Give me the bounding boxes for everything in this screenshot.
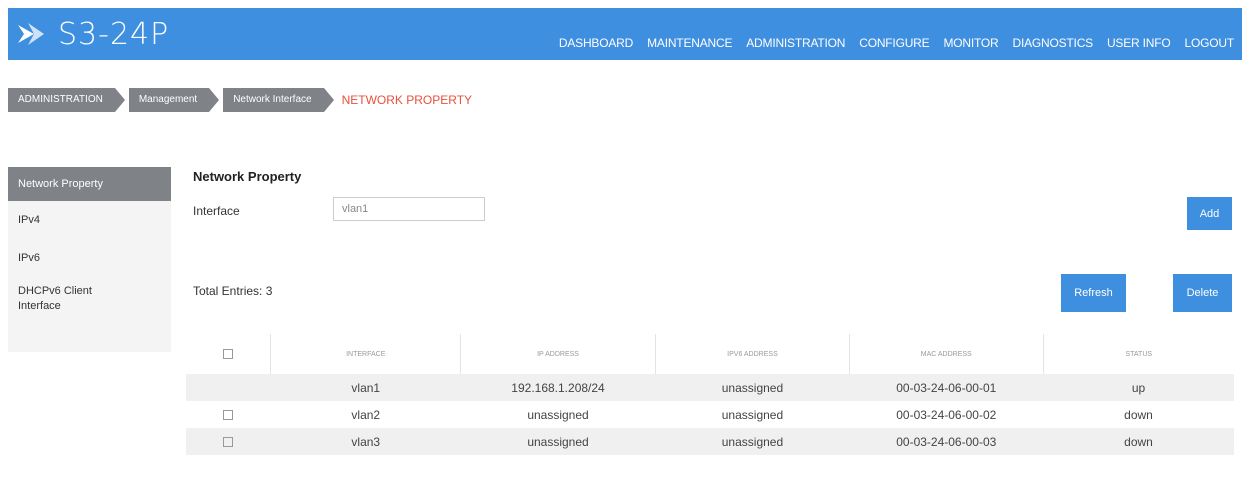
delete-button[interactable]: Delete: [1173, 274, 1232, 312]
interface-label: Interface: [193, 204, 240, 218]
top-bar: S3-24P DASHBOARD MAINTENANCE ADMINISTRAT…: [8, 8, 1242, 60]
network-property-table: INTERFACE IP ADDRESS IPV6 ADDRESS MAC AD…: [186, 334, 1234, 455]
nav-administration[interactable]: ADMINISTRATION: [746, 36, 845, 50]
app-title: S3-24P: [58, 16, 170, 52]
nav-diagnostics[interactable]: DIAGNOSTICS: [1012, 36, 1093, 50]
row-checkbox[interactable]: [223, 410, 234, 421]
cell-ip-address: unassigned: [460, 428, 656, 455]
interface-input[interactable]: [333, 197, 485, 221]
cell-status: down: [1043, 428, 1234, 455]
refresh-button[interactable]: Refresh: [1061, 274, 1126, 312]
cell-status: down: [1124, 407, 1153, 422]
row-select-cell: [186, 374, 271, 401]
logo[interactable]: S3-24P: [16, 14, 169, 54]
nav-maintenance[interactable]: MAINTENANCE: [647, 36, 732, 50]
breadcrumb: ADMINISTRATION Management Network Interf…: [8, 88, 472, 112]
column-header-status[interactable]: STATUS: [1043, 334, 1234, 374]
breadcrumb-management[interactable]: Management: [128, 88, 220, 112]
breadcrumb-current: NETWORK PROPERTY: [341, 93, 473, 107]
nav-logout[interactable]: LOGOUT: [1185, 36, 1235, 50]
cell-mac-address: 00-03-24-06-00-03: [849, 428, 1044, 455]
logo-arrow-icon: [18, 23, 44, 45]
sidebar: Network Property IPv4 IPv6 DHCPv6 Client…: [8, 167, 171, 352]
cell-interface: vlan2: [351, 407, 381, 422]
row-checkbox[interactable]: [223, 437, 234, 448]
column-header-ipv6-address[interactable]: IPV6 ADDRESS: [655, 334, 851, 374]
cell-ip-address: unassigned: [527, 407, 589, 422]
nav-dashboard[interactable]: DASHBOARD: [559, 36, 633, 50]
select-all-checkbox[interactable]: [223, 349, 234, 359]
select-all-header: [186, 334, 272, 374]
sidebar-item-ipv4[interactable]: IPv4: [8, 201, 171, 239]
row-select-cell: [186, 428, 271, 455]
add-button[interactable]: Add: [1187, 197, 1232, 230]
main-nav: DASHBOARD MAINTENANCE ADMINISTRATION CON…: [559, 36, 1234, 50]
sidebar-item-ipv6[interactable]: IPv6: [8, 239, 171, 277]
sidebar-item-network-property[interactable]: Network Property: [8, 167, 171, 201]
total-entries: Total Entries: 3: [193, 284, 273, 298]
cell-ipv6-address: unassigned: [655, 374, 850, 401]
table-row[interactable]: vlan2 unassigned unassigned 00-03-24-06-…: [186, 401, 1234, 428]
cell-interface: vlan1: [270, 374, 461, 401]
breadcrumb-network-interface[interactable]: Network Interface: [223, 88, 334, 112]
table-header-row: INTERFACE IP ADDRESS IPV6 ADDRESS MAC AD…: [186, 334, 1234, 374]
nav-configure[interactable]: CONFIGURE: [859, 36, 929, 50]
cell-mac-address: 00-03-24-06-00-01: [849, 374, 1044, 401]
table-row[interactable]: vlan3 unassigned unassigned 00-03-24-06-…: [186, 428, 1234, 455]
table-row[interactable]: vlan1 192.168.1.208/24 unassigned 00-03-…: [186, 374, 1234, 401]
page-title: Network Property: [193, 169, 302, 184]
nav-monitor[interactable]: MONITOR: [943, 36, 998, 50]
breadcrumb-administration[interactable]: ADMINISTRATION: [8, 88, 125, 112]
cell-status: up: [1043, 374, 1234, 401]
cell-ipv6-address: unassigned: [655, 428, 850, 455]
sidebar-item-dhcpv6-client-interface[interactable]: DHCPv6 Client Interface: [8, 277, 128, 314]
nav-user-info[interactable]: USER INFO: [1107, 36, 1171, 50]
column-header-interface[interactable]: INTERFACE: [270, 334, 462, 374]
cell-mac-address: 00-03-24-06-00-02: [896, 407, 997, 422]
row-select-cell: [186, 401, 271, 428]
cell-interface: vlan3: [270, 428, 461, 455]
column-header-mac-address[interactable]: MAC ADDRESS: [849, 334, 1044, 374]
cell-ip-address: 192.168.1.208/24: [460, 374, 656, 401]
column-header-ip-address[interactable]: IP ADDRESS: [460, 334, 656, 374]
cell-ipv6-address: unassigned: [721, 407, 784, 422]
